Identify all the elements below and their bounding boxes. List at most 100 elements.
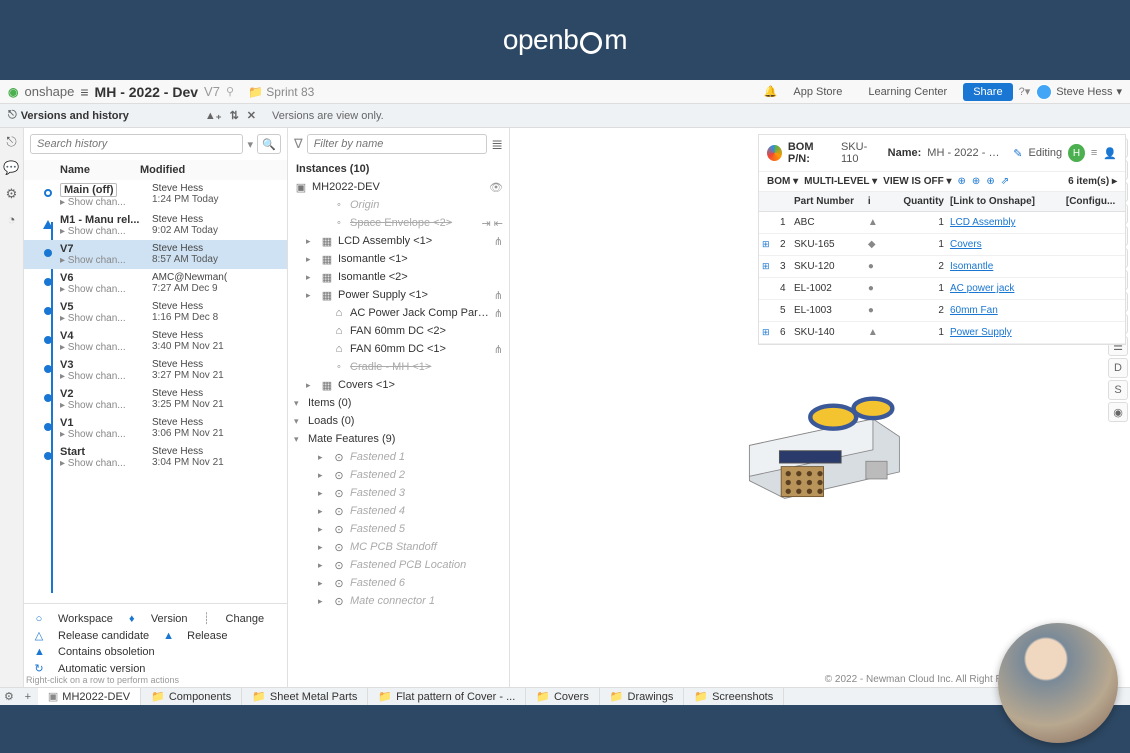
rail-chat-icon[interactable]: 💬	[3, 160, 19, 176]
bom-row[interactable]: 4EL-1002●1AC power jack	[759, 278, 1125, 300]
tree-item[interactable]: ⌂FAN 60mm DC <2>	[288, 322, 509, 340]
bom-row[interactable]: 5EL-1003●260mm Fan	[759, 300, 1125, 322]
tree-group[interactable]: ▾Loads (0)	[288, 412, 509, 430]
instances-header: Instances (10)	[288, 160, 509, 178]
refresh-down-icon[interactable]: ⊕	[972, 176, 980, 187]
filter-input[interactable]	[307, 134, 488, 154]
bom-row[interactable]: ⊞2SKU-165◆1Covers	[759, 234, 1125, 256]
version-row[interactable]: Start▸ Show chan... Steve Hess3:04 PM No…	[24, 443, 287, 472]
document-tab[interactable]: 📁Sheet Metal Parts	[242, 688, 368, 705]
document-tab[interactable]: ▣MH2022-DEV	[38, 688, 141, 705]
version-row[interactable]: V3▸ Show chan... Steve Hess3:27 PM Nov 2…	[24, 356, 287, 385]
app-name: onshape	[24, 84, 74, 99]
versions-header: Name Modified	[24, 160, 287, 180]
app-store-button[interactable]: App Store	[783, 83, 852, 101]
bom-row[interactable]: 1ABC▲1LCD Assembly	[759, 212, 1125, 234]
breadcrumb[interactable]: 📁 Sprint 83	[248, 85, 314, 99]
canvas-tool-icon[interactable]: S	[1108, 380, 1128, 400]
tree-item[interactable]: ▸▦Isomantle <2>	[288, 268, 509, 286]
bom-table: Part Number i Quantity [Link to Onshape]…	[759, 192, 1125, 344]
subbar: ⎋ Versions and history ▲₊ ⇅ ✕ Versions a…	[0, 104, 1130, 128]
rail-gear-icon[interactable]: ⚙	[6, 186, 18, 202]
tree-item[interactable]: ▸▦Covers <1>	[288, 376, 509, 394]
tree-item[interactable]: ⌂AC Power Jack Comp Part ...⋔	[288, 304, 509, 322]
left-rail: ⎋ 💬 ⚙ ◔	[0, 128, 24, 687]
onshape-logo-icon: ◉	[8, 85, 18, 99]
canvas-tool-icon[interactable]: D	[1108, 358, 1128, 378]
tree-item[interactable]: ◦Cradle - MH <1>	[288, 358, 509, 376]
collaborator-icon[interactable]: 👤	[1103, 147, 1117, 160]
document-tab[interactable]: 📁Covers	[526, 688, 600, 705]
menu-icon[interactable]: ≡	[1091, 147, 1097, 159]
help-icon[interactable]: ?▾	[1019, 85, 1031, 98]
mate-item[interactable]: ▸⊙Fastened 6	[288, 574, 509, 592]
version-row[interactable]: V4▸ Show chan... Steve Hess3:40 PM Nov 2…	[24, 327, 287, 356]
bom-row[interactable]: ⊞3SKU-120●2Isomantle	[759, 256, 1125, 278]
bom-level-dropdown[interactable]: MULTI-LEVEL ▾	[804, 176, 877, 187]
version-row[interactable]: V2▸ Show chan... Steve Hess3:25 PM Nov 2…	[24, 385, 287, 414]
mate-item[interactable]: ▸⊙Fastened 1	[288, 448, 509, 466]
tree-item[interactable]: ◦Origin	[288, 196, 509, 214]
tree-group[interactable]: ▾Mate Features (9)	[288, 430, 509, 448]
add-icon[interactable]: ⊕	[986, 176, 994, 187]
tree-item[interactable]: ◦Space Envelope <2>⇥ ⇤	[288, 214, 509, 232]
compare-icon[interactable]: ⇅	[230, 109, 239, 122]
tree-item[interactable]: ▸▦LCD Assembly <1>⋔	[288, 232, 509, 250]
instances-panel: ∇ ≣ Instances (10) ▣ MH2022-DEV 👁 ◦Origi…	[288, 128, 510, 687]
document-tab[interactable]: 📁Flat pattern of Cover - ...	[368, 688, 526, 705]
document-tab[interactable]: 📁Components	[141, 688, 242, 705]
version-row[interactable]: V5▸ Show chan... Steve Hess1:16 PM Dec 8	[24, 298, 287, 327]
mate-item[interactable]: ▸⊙Mate connector 1	[288, 592, 509, 610]
tree-item[interactable]: ▸▦Isomantle <1>	[288, 250, 509, 268]
version-row[interactable]: V6▸ Show chan... AMC@Newman(7:27 AM Dec …	[24, 269, 287, 298]
notifications-icon[interactable]: 🔔	[764, 85, 778, 98]
share-button[interactable]: Share	[963, 83, 1012, 101]
readonly-message: Versions are view only.	[264, 110, 392, 122]
hamburger-icon[interactable]: ≡	[80, 84, 88, 100]
bom-view-dropdown[interactable]: VIEW IS OFF ▾	[883, 176, 951, 187]
filter-icon[interactable]: ∇	[294, 136, 303, 152]
search-button[interactable]: 🔍	[257, 134, 281, 154]
close-panel-icon[interactable]: ✕	[247, 109, 256, 122]
create-version-icon[interactable]: ▲₊	[205, 109, 222, 122]
mate-item[interactable]: ▸⊙MC PCB Standoff	[288, 538, 509, 556]
topbar: ◉ onshape ≡ MH - 2022 - Dev V7 ⚲ 📁 Sprin…	[0, 80, 1130, 104]
brand-banner: openbm	[0, 0, 1130, 80]
user-chip-icon[interactable]: H	[1068, 144, 1085, 162]
search-input[interactable]	[30, 134, 243, 154]
link-icon[interactable]: ⚲	[226, 85, 234, 98]
mate-item[interactable]: ▸⊙Fastened 3	[288, 484, 509, 502]
mate-item[interactable]: ▸⊙Fastened 4	[288, 502, 509, 520]
link-bom-icon[interactable]: ⇗	[1001, 176, 1009, 187]
edit-icon[interactable]: ✎	[1013, 147, 1022, 160]
tree-item[interactable]: ▸▦Power Supply <1>⋔	[288, 286, 509, 304]
document-tab[interactable]: 📁Screenshots	[684, 688, 784, 705]
bom-row[interactable]: ⊞6SKU-140▲1Power Supply	[759, 322, 1125, 344]
tab-menu-icon[interactable]: ⚙	[0, 690, 18, 703]
version-row[interactable]: M1 - Manu rel...▸ Show chan... Steve Hes…	[24, 211, 287, 240]
eye-icon[interactable]: 👁	[489, 181, 503, 194]
refresh-up-icon[interactable]: ⊕	[958, 176, 966, 187]
version-row[interactable]: V7▸ Show chan... Steve Hess8:57 AM Today	[24, 240, 287, 269]
bom-mode-dropdown[interactable]: BOM ▾	[767, 176, 798, 187]
versions-panel: ▾ 🔍 Name Modified Main (off)▸ Show chan.…	[24, 128, 288, 687]
tree-group[interactable]: ▾Items (0)	[288, 394, 509, 412]
mate-item[interactable]: ▸⊙Fastened 2	[288, 466, 509, 484]
document-tab[interactable]: 📁Drawings	[600, 688, 685, 705]
tree-root[interactable]: ▣ MH2022-DEV 👁	[288, 178, 509, 196]
rail-clock-icon[interactable]: ◔	[8, 212, 16, 227]
rail-history-icon[interactable]: ⎋	[6, 134, 16, 150]
learning-center-button[interactable]: Learning Center	[858, 83, 957, 101]
mate-item[interactable]: ▸⊙Fastened 5	[288, 520, 509, 538]
model-preview	[730, 366, 910, 516]
add-tab-button[interactable]: +	[18, 691, 38, 703]
version-row[interactable]: Main (off)▸ Show chan... Steve Hess1:24 …	[24, 180, 287, 211]
canvas-tool-icon[interactable]: ◉	[1108, 402, 1128, 422]
version-row[interactable]: V1▸ Show chan... Steve Hess3:06 PM Nov 2…	[24, 414, 287, 443]
mate-item[interactable]: ▸⊙Fastened PCB Location	[288, 556, 509, 574]
bom-panel: BOM P/N: SKU-110 Name: MH - 2022 - Dev-.…	[758, 134, 1126, 345]
hint-text: Right-click on a row to perform actions	[26, 675, 179, 685]
tree-item[interactable]: ⌂FAN 60mm DC <1>⋔	[288, 340, 509, 358]
list-view-icon[interactable]: ≣	[491, 136, 503, 153]
user-menu[interactable]: Steve Hess ▾	[1036, 84, 1122, 100]
